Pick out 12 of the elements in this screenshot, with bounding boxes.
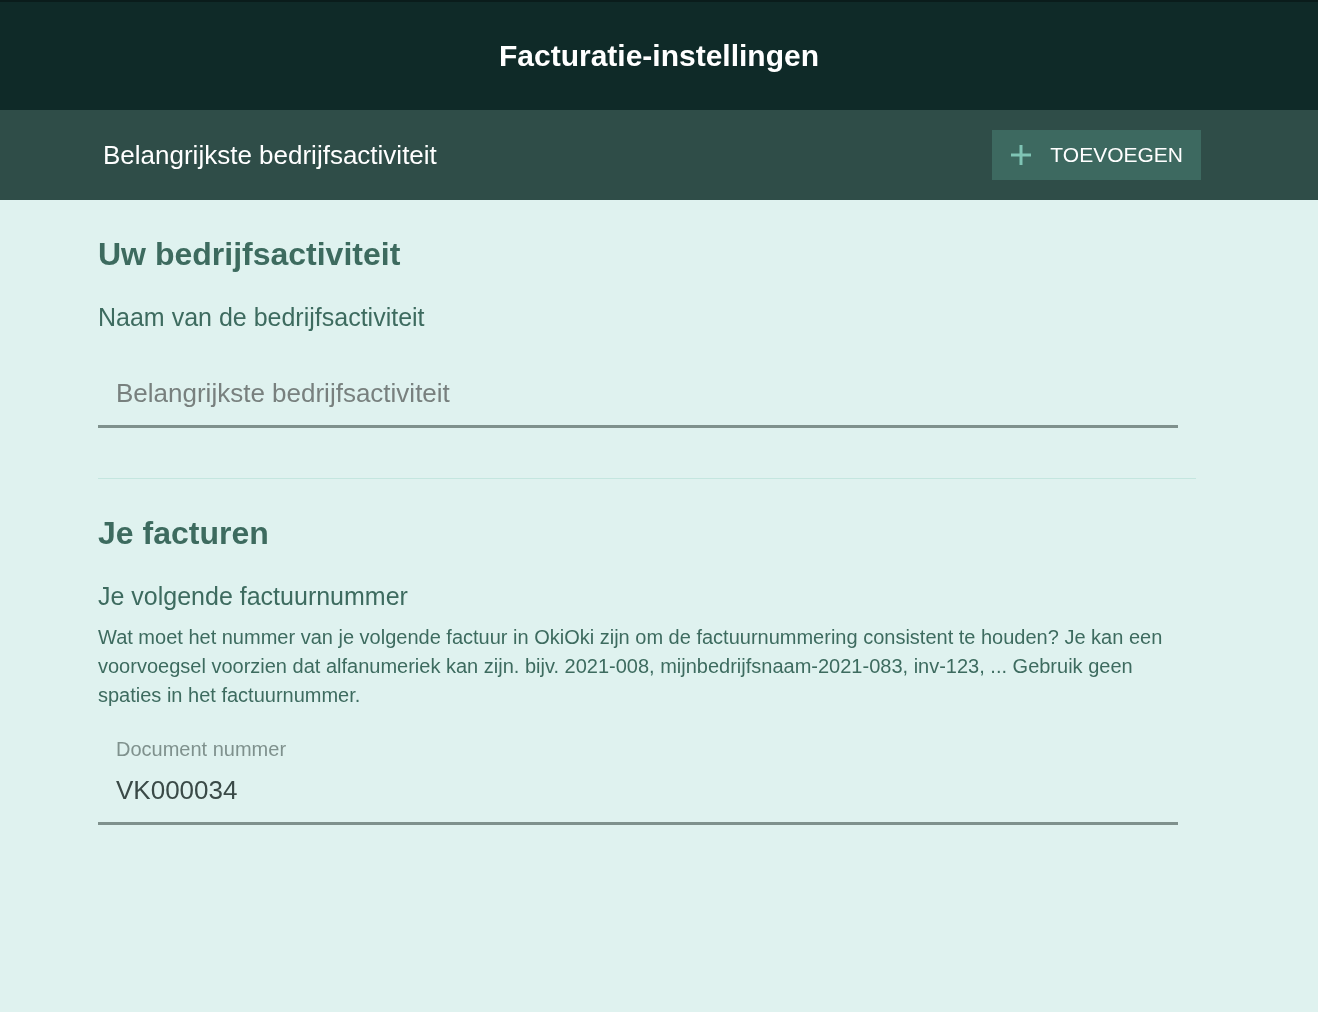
floating-label: Document nummer — [116, 738, 288, 761]
field-label: Naam van de bedrijfsactiviteit — [98, 303, 426, 332]
input-field[interactable]: VK000034 — [98, 775, 1178, 825]
field-label: Je volgende factuurnummer — [98, 582, 409, 611]
section-title: Belangrijkste bedrijfsactiviteit — [103, 139, 437, 171]
section-heading: Uw bedrijfsactiviteit — [98, 236, 402, 273]
plus-icon — [1010, 144, 1033, 166]
description-text: Wat moet het nummer van je volgende factuur in OkiOki zijn om de factuurnummering consistent te houden? Je kan een voorvoegsel voorzien dat alfanumeriek kan zijn. bijv. 2021-008, mijnbedrijfsnaam-2021-083, inv-123, ... Gebruik geen spaties in het factuurnummer. — [98, 625, 1164, 708]
add-button[interactable]: TOEVOEGEN — [992, 130, 1201, 180]
section-heading: Je facturen — [98, 515, 270, 552]
page-title: Facturatie-instellingen — [498, 39, 820, 73]
input-field[interactable]: Belangrijkste bedrijfsactiviteit — [98, 378, 1178, 428]
